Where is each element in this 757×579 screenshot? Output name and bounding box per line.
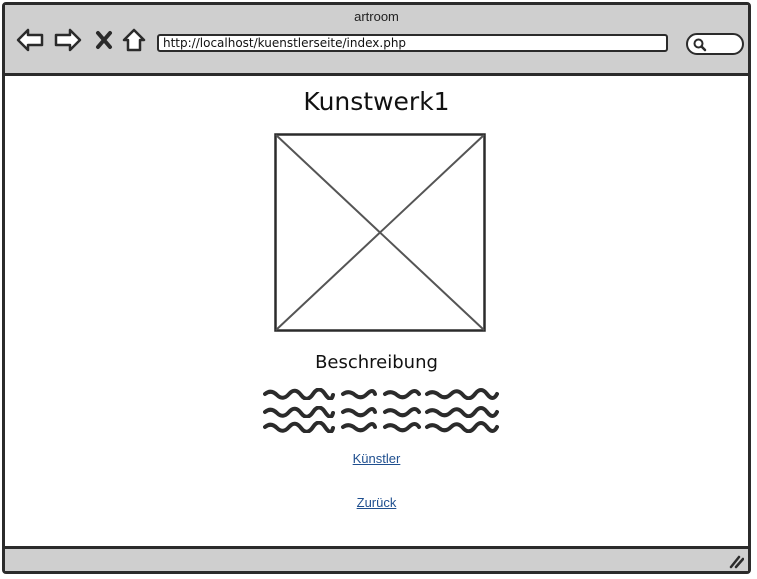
forward-button[interactable] xyxy=(53,25,83,55)
artist-link[interactable]: Künstler xyxy=(5,451,748,466)
status-bar xyxy=(5,546,748,571)
description-scribble-line xyxy=(263,406,499,418)
back-link[interactable]: Zurück xyxy=(5,495,748,510)
resize-grip-icon[interactable] xyxy=(728,555,744,569)
browser-window: artroom http://localhost/kuenstlerseite/… xyxy=(2,2,751,574)
description-scribble-line xyxy=(263,421,499,433)
close-icon xyxy=(96,31,112,49)
back-button[interactable] xyxy=(15,25,45,55)
stop-button[interactable] xyxy=(89,25,119,55)
window-title: artroom xyxy=(354,9,399,24)
address-bar[interactable]: http://localhost/kuenstlerseite/index.ph… xyxy=(157,34,668,52)
image-placeholder-icon xyxy=(274,133,486,332)
arrow-right-icon xyxy=(54,28,82,52)
home-button[interactable] xyxy=(119,25,149,55)
home-icon xyxy=(122,28,146,52)
arrow-left-icon xyxy=(16,28,44,52)
page-title: Kunstwerk1 xyxy=(303,87,450,116)
search-icon xyxy=(693,38,707,52)
description-scribble-line xyxy=(263,388,499,400)
search-field[interactable] xyxy=(686,33,744,55)
description-heading: Beschreibung xyxy=(315,352,438,373)
browser-toolbar: artroom http://localhost/kuenstlerseite/… xyxy=(5,5,748,76)
